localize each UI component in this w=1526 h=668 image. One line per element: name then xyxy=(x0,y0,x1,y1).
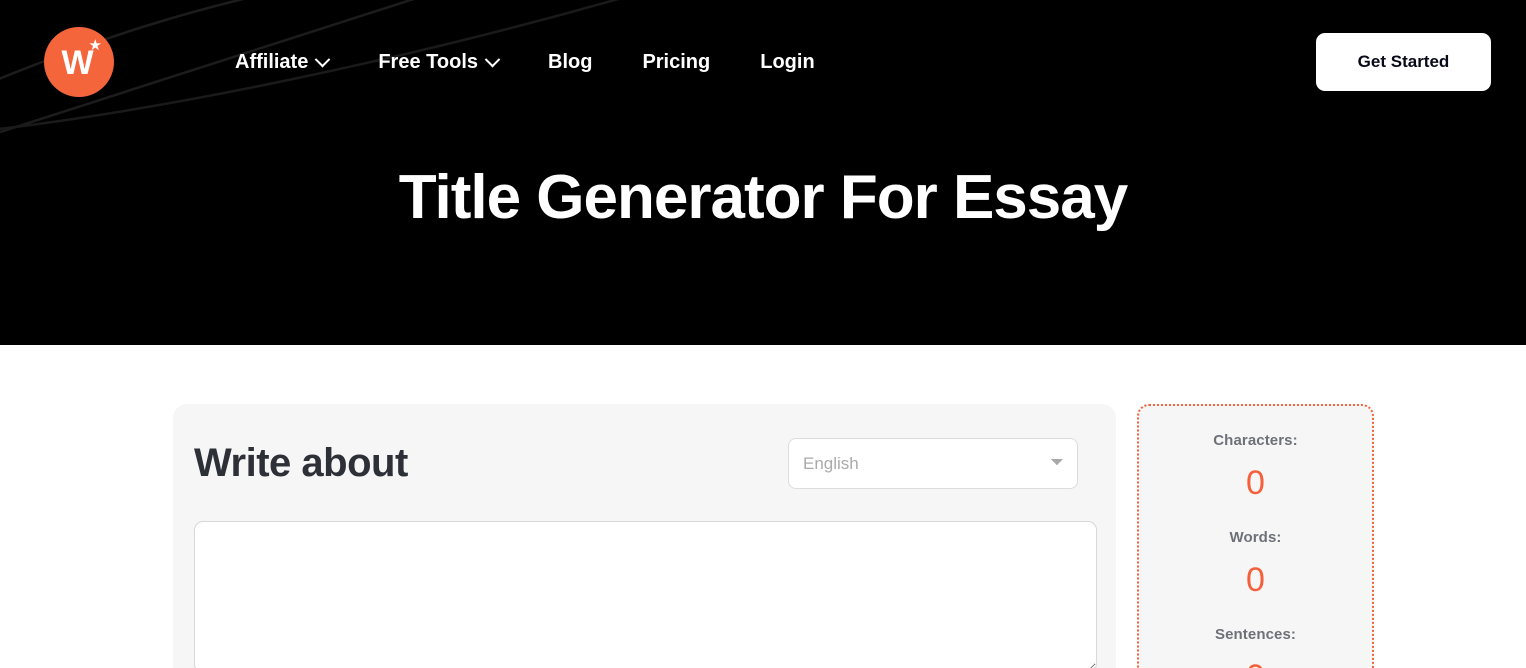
language-select[interactable]: English xyxy=(788,438,1078,489)
write-about-textarea[interactable] xyxy=(194,521,1097,668)
navbar: W ★ Affiliate Free Tools Blog Pricing Lo… xyxy=(0,0,1526,124)
nav-item-label: Blog xyxy=(548,50,593,73)
nav-links: Affiliate Free Tools Blog Pricing Login xyxy=(235,45,815,80)
characters-label: Characters: xyxy=(1213,432,1298,449)
write-about-header: Write about English xyxy=(194,438,1086,489)
sentences-label: Sentences: xyxy=(1214,626,1297,643)
nav-item-label: Affiliate xyxy=(235,50,309,73)
main-content: Write about English Characters: 0 Words:… xyxy=(0,345,1526,668)
sentences-value: 0 xyxy=(1139,660,1372,668)
stats-panel: Characters: 0 Words: 0 Sentences: 0 xyxy=(1137,404,1374,668)
chevron-down-icon xyxy=(484,51,501,67)
nav-item-pricing[interactable]: Pricing xyxy=(642,45,710,80)
nav-item-free-tools[interactable]: Free Tools xyxy=(378,45,501,80)
chevron-down-icon xyxy=(315,51,331,67)
words-label: Words: xyxy=(1229,529,1282,546)
logo[interactable]: W ★ xyxy=(44,27,114,97)
characters-value: 0 xyxy=(1246,464,1265,502)
star-icon: ★ xyxy=(88,37,102,54)
write-about-card: Write about English xyxy=(173,404,1116,668)
get-started-button[interactable]: Get Started xyxy=(1316,33,1491,91)
hero-section: W ★ Affiliate Free Tools Blog Pricing Lo… xyxy=(0,0,1526,345)
nav-item-label: Free Tools xyxy=(378,50,478,73)
nav-item-login[interactable]: Login xyxy=(760,45,814,80)
write-about-heading: Write about xyxy=(194,441,408,485)
words-value: 0 xyxy=(1246,561,1265,599)
nav-item-blog[interactable]: Blog xyxy=(548,45,592,80)
page-title: Title Generator For Essay xyxy=(398,163,1128,232)
nav-item-label: Login xyxy=(760,50,815,73)
nav-item-label: Pricing xyxy=(642,50,711,73)
nav-item-affiliate[interactable]: Affiliate xyxy=(235,45,331,80)
